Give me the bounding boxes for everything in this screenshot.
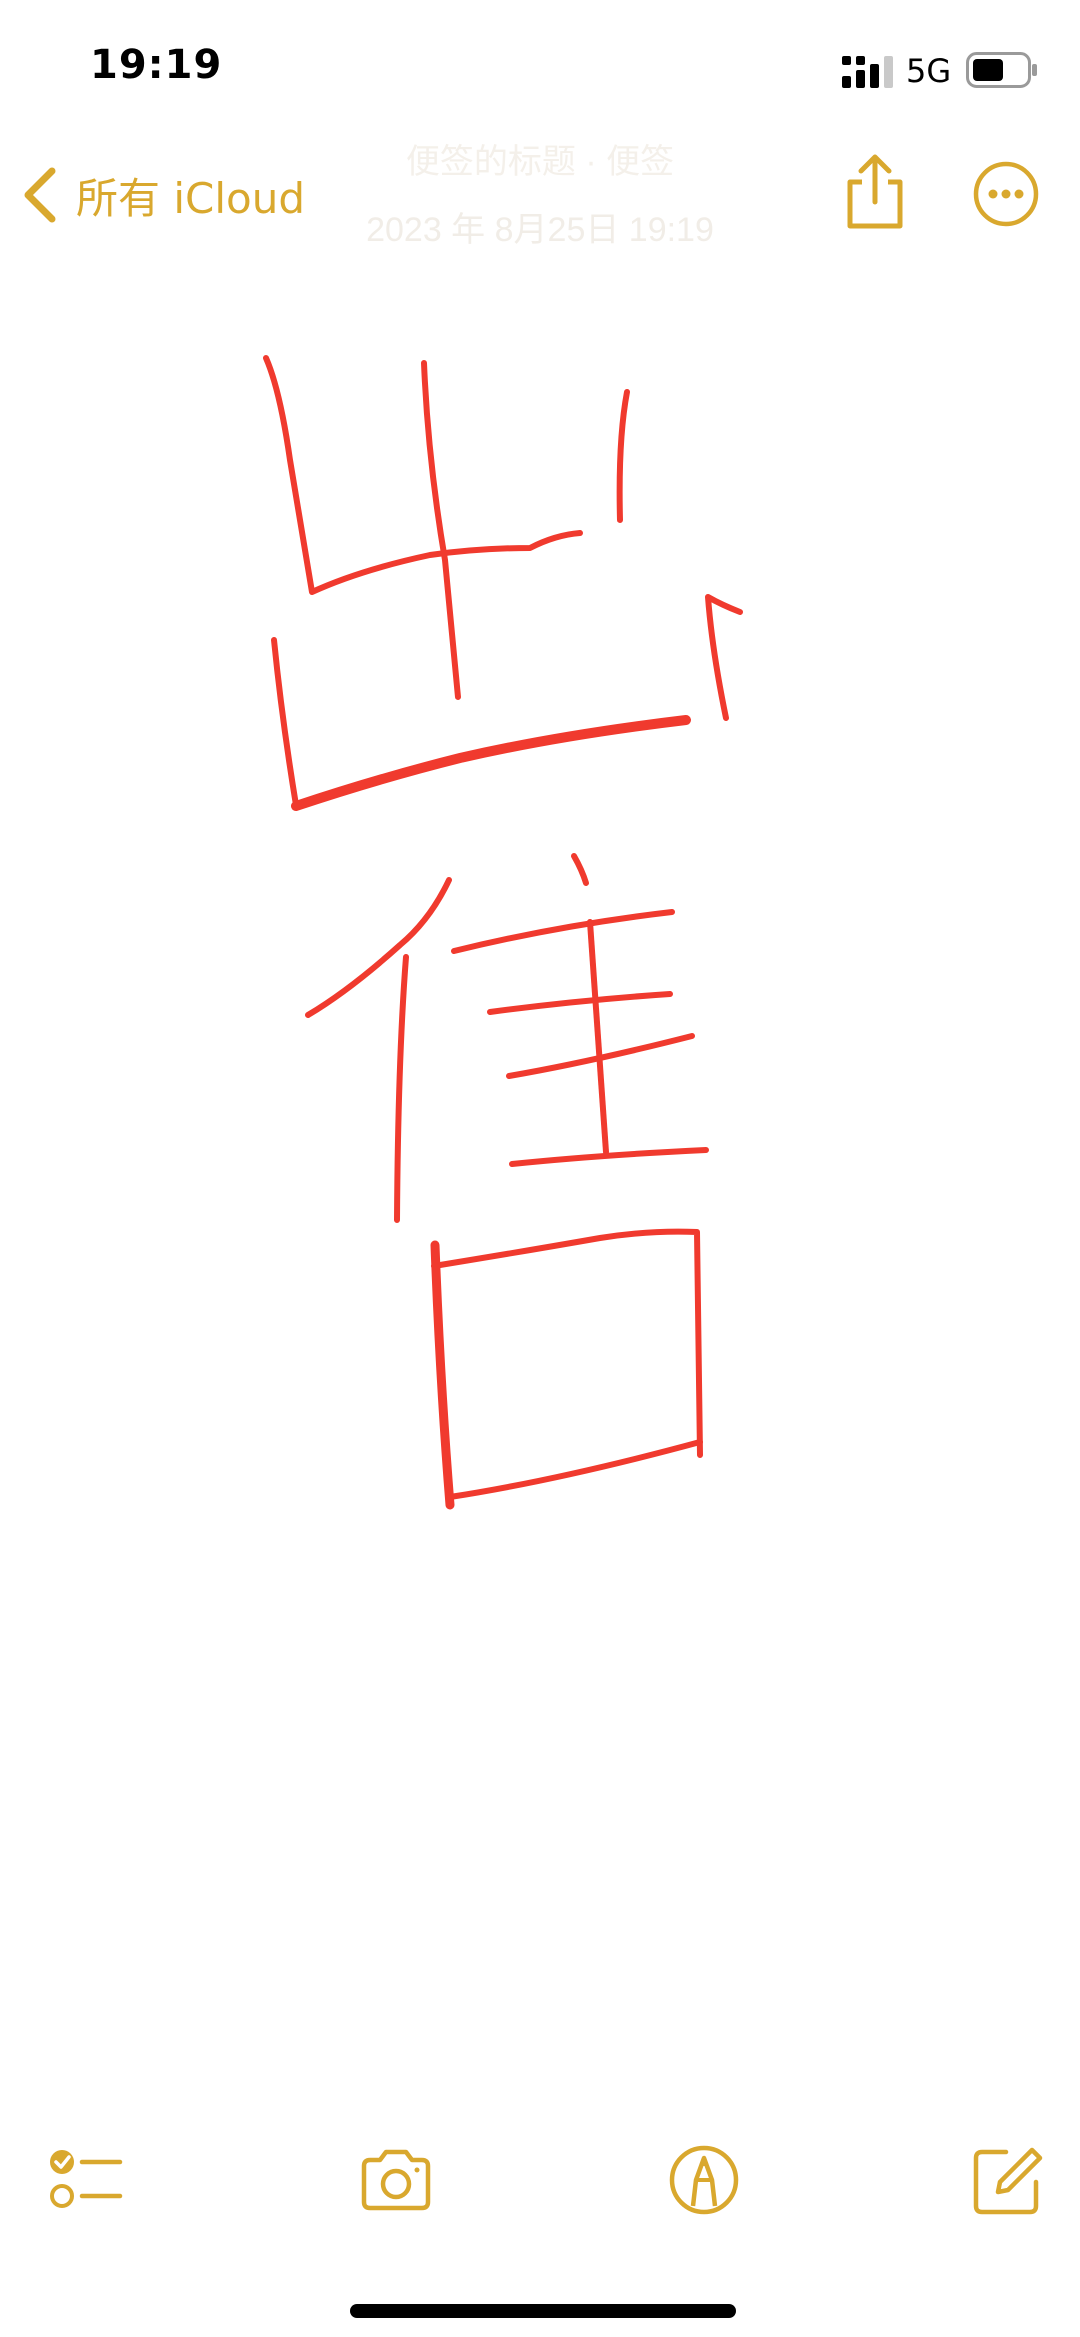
ink-stroke bbox=[571, 853, 589, 886]
ink-stroke bbox=[431, 1228, 703, 1458]
more-icon[interactable] bbox=[972, 160, 1040, 228]
ink-stroke bbox=[430, 1240, 455, 1510]
ink-stroke bbox=[587, 919, 609, 1155]
compose-icon[interactable] bbox=[968, 2140, 1048, 2220]
ink-stroke bbox=[291, 715, 691, 811]
ink-stroke bbox=[271, 637, 299, 808]
ink-stroke bbox=[705, 594, 743, 721]
ink-stroke bbox=[394, 954, 409, 1223]
share-icon[interactable] bbox=[842, 152, 908, 232]
markup-pen-icon[interactable] bbox=[664, 2140, 744, 2220]
camera-icon[interactable] bbox=[356, 2140, 436, 2220]
back-button[interactable]: 所有 iCloud bbox=[22, 160, 305, 230]
home-indicator[interactable] bbox=[350, 2304, 736, 2318]
back-label: 所有 iCloud bbox=[76, 173, 305, 223]
ink-stroke bbox=[509, 1147, 709, 1167]
status-bar: 19:19 5G bbox=[0, 0, 1080, 130]
network-type-label: 5G bbox=[906, 52, 952, 90]
battery-icon bbox=[966, 52, 1037, 88]
ink-stroke bbox=[487, 991, 673, 1015]
ink-stroke bbox=[447, 1439, 703, 1500]
note-title-faded: 便签的标题 · 便签 bbox=[405, 143, 675, 181]
nav-bar: 所有 iCloud 便签的标题 · 便签 2023 年 8月25日 19:19 bbox=[0, 130, 1080, 260]
handwritten-drawing[interactable] bbox=[0, 300, 1080, 1560]
note-date-faded: 2023 年 8月25日 19:19 bbox=[366, 211, 714, 249]
bottom-toolbar bbox=[0, 2140, 1080, 2250]
chevron-left-icon bbox=[24, 167, 56, 223]
checklist-icon[interactable] bbox=[48, 2140, 128, 2220]
status-time: 19:19 bbox=[90, 42, 223, 88]
ink-stroke bbox=[305, 877, 452, 1018]
cellular-signal-icon bbox=[842, 56, 893, 88]
ink-stroke bbox=[451, 909, 675, 954]
ink-stroke bbox=[616, 389, 630, 523]
ink-stroke bbox=[421, 360, 461, 700]
